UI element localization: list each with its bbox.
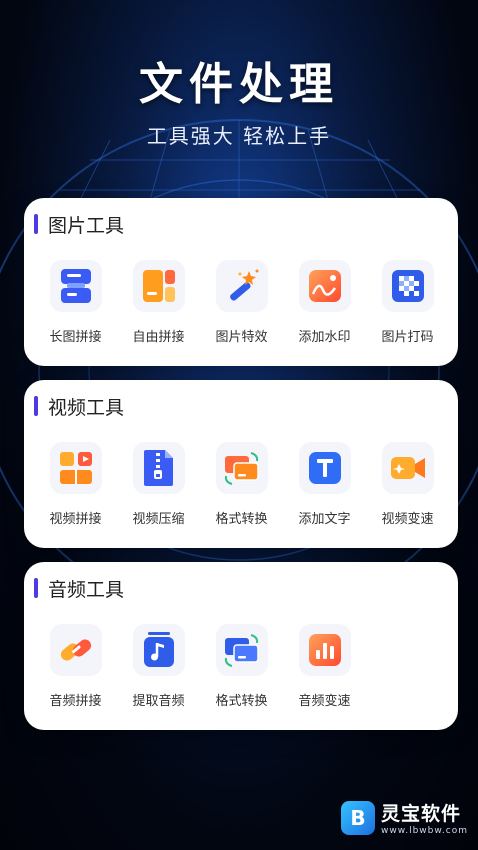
section-header: 图片工具 [24, 198, 458, 250]
tool-label: 长图拼接 [49, 330, 102, 345]
section-header: 音频工具 [24, 562, 458, 614]
tool-image-mosaic[interactable]: 图片打码 [366, 260, 449, 345]
tool-video-stitch[interactable]: 视频拼接 [34, 442, 117, 527]
tool-extract-audio[interactable]: 提取音频 [117, 624, 200, 709]
format-convert-icon [215, 624, 268, 676]
tool-add-text[interactable]: 添加文字 [283, 442, 366, 527]
section-accent-bar [34, 396, 38, 416]
magic-wand-icon [215, 260, 268, 312]
audio-tools-card: 音频工具 音频拼接 提取音频 格式转换 音频变速 [24, 562, 458, 730]
page-title: 文件处理 [139, 59, 339, 110]
tool-label: 添加文字 [298, 512, 351, 527]
tool-audio-format-convert[interactable]: 格式转换 [200, 624, 283, 709]
bar-chart-icon [298, 624, 351, 676]
section-header: 视频工具 [24, 380, 458, 432]
format-convert-icon [215, 442, 268, 494]
image-tools-grid: 长图拼接 自由拼接 图片特效 添加水印 图片打码 [24, 260, 458, 345]
section-accent-bar [34, 578, 38, 598]
brand-logo-icon: B [340, 800, 375, 835]
section-accent-bar [34, 214, 38, 234]
section-title-audio-tools: 音频工具 [48, 578, 125, 601]
watermark-image-icon [298, 260, 351, 312]
tool-label: 视频压缩 [132, 512, 185, 527]
brand-watermark: B 灵宝软件 www.lbwbw.com [340, 799, 468, 836]
video-tools-grid: 视频拼接 视频压缩 格式转换 添加文字 视频变速 [24, 442, 458, 527]
page-subtitle: 工具强大 轻松上手 [146, 124, 332, 148]
tool-free-collage[interactable]: 自由拼接 [117, 260, 200, 345]
tool-label: 视频拼接 [49, 512, 102, 527]
tool-video-speed[interactable]: 视频变速 [366, 442, 449, 527]
tool-long-image-stitch[interactable]: 长图拼接 [34, 260, 117, 345]
brand-url: www.lbwbw.com [380, 826, 468, 836]
free-collage-icon [132, 260, 185, 312]
tool-audio-stitch[interactable]: 音频拼接 [34, 624, 117, 709]
tool-label: 格式转换 [215, 512, 268, 527]
text-t-icon [298, 442, 351, 494]
audio-link-icon [49, 624, 102, 676]
long-image-stitch-icon [49, 260, 102, 312]
tool-label: 音频变速 [298, 694, 351, 709]
video-tools-card: 视频工具 视频拼接 视频压缩 格式转换 添加文字 视频变速 [24, 380, 458, 548]
tool-add-watermark[interactable]: 添加水印 [283, 260, 366, 345]
tool-label: 自由拼接 [132, 330, 185, 345]
tool-label: 音频拼接 [49, 694, 102, 709]
tool-video-compress[interactable]: 视频压缩 [117, 442, 200, 527]
mosaic-icon [381, 260, 434, 312]
tool-audio-speed[interactable]: 音频变速 [283, 624, 366, 709]
image-tools-card: 图片工具 长图拼接 自由拼接 图片特效 添加水印 图片打码 [24, 198, 458, 366]
audio-tools-grid: 音频拼接 提取音频 格式转换 音频变速 [24, 624, 458, 709]
music-note-icon [132, 624, 185, 676]
zip-file-icon [132, 442, 185, 494]
tool-label: 图片特效 [215, 330, 268, 345]
tool-video-format-convert[interactable]: 格式转换 [200, 442, 283, 527]
tool-label: 视频变速 [381, 512, 434, 527]
tool-label: 图片打码 [381, 330, 434, 345]
video-camera-icon [381, 442, 434, 494]
video-stitch-icon [49, 442, 102, 494]
section-title-video-tools: 视频工具 [48, 396, 125, 419]
header: 文件处理 工具强大 轻松上手 [0, 48, 478, 149]
tool-label: 格式转换 [215, 694, 268, 709]
tool-label: 提取音频 [132, 694, 185, 709]
tool-label: 添加水印 [298, 330, 351, 345]
section-title-image-tools: 图片工具 [48, 214, 125, 237]
brand-name: 灵宝软件 [380, 803, 461, 825]
tool-image-effects[interactable]: 图片特效 [200, 260, 283, 345]
